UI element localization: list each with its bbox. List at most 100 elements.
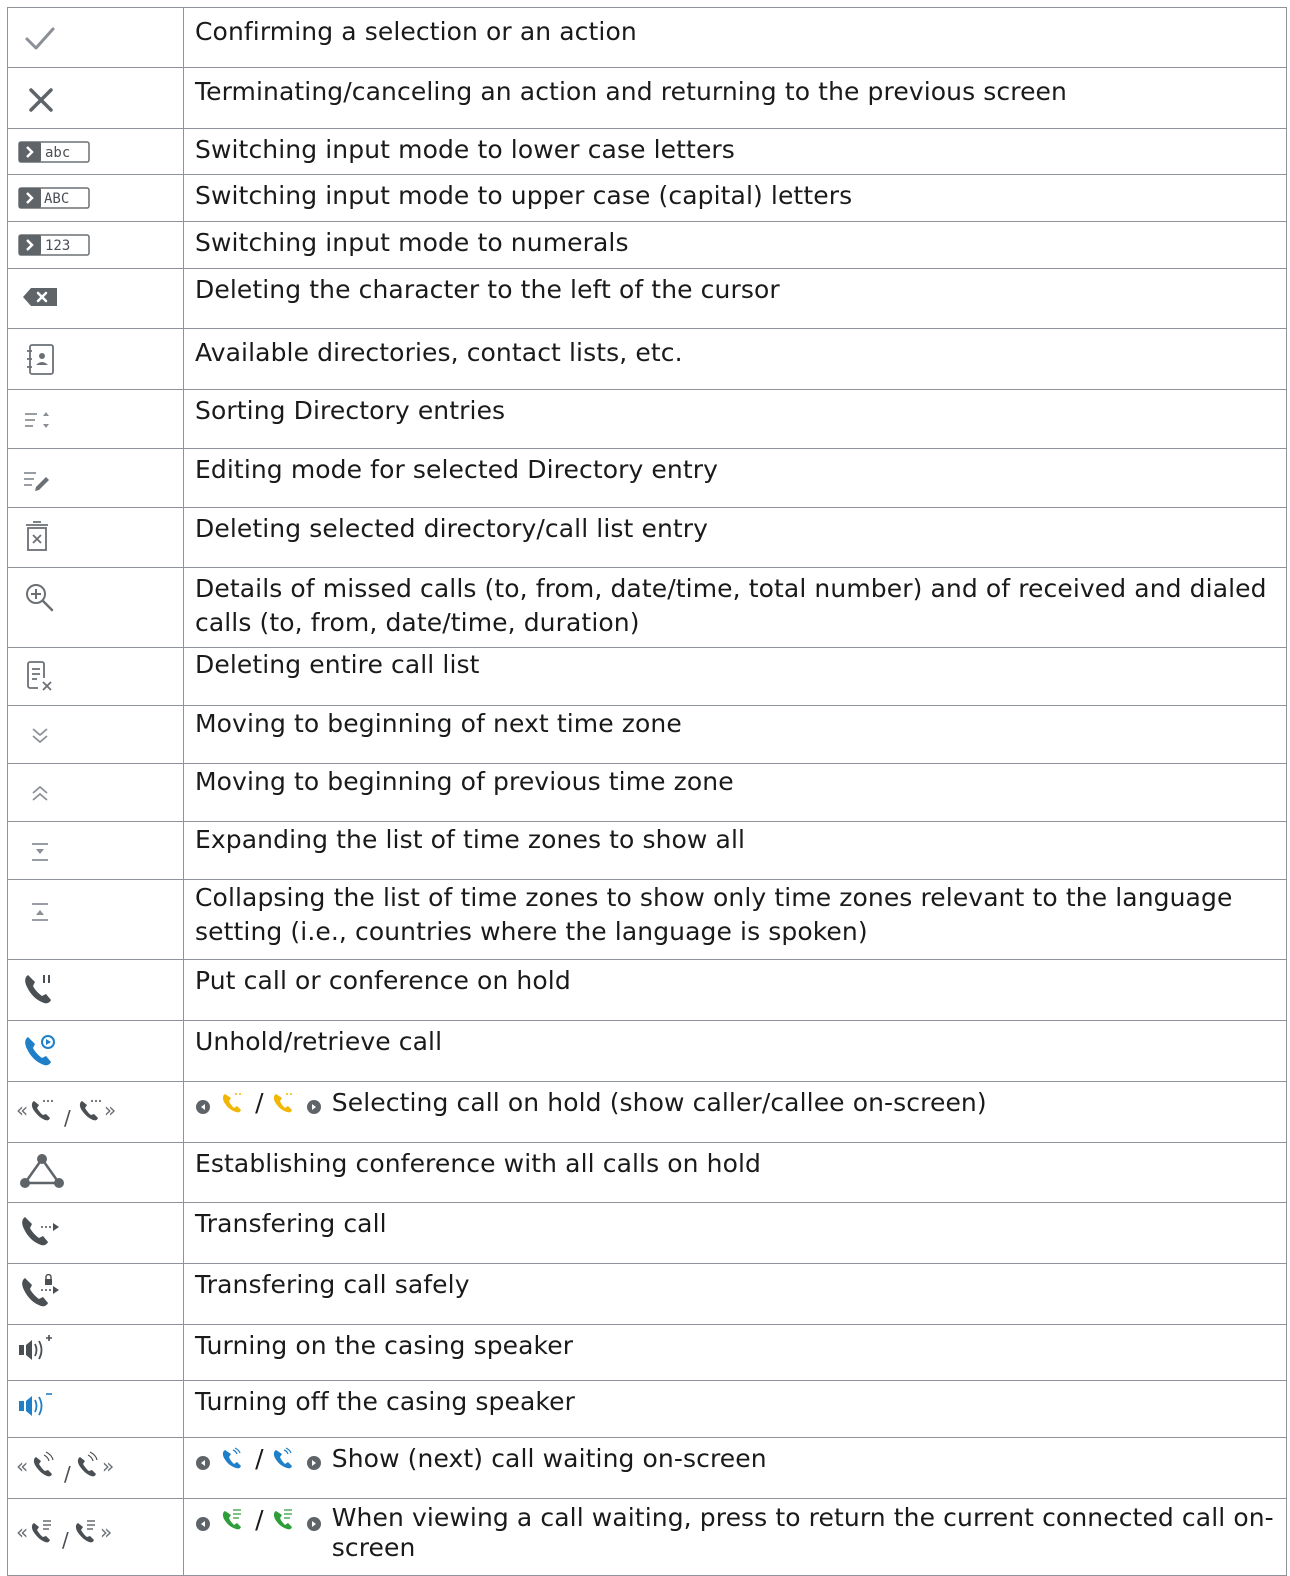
icon-cell	[7, 7, 184, 68]
input-mode-numerals-icon: 123	[18, 234, 90, 256]
table-row: Establishing conference with all calls o…	[7, 1142, 1287, 1203]
backspace-icon	[23, 288, 57, 306]
icon-legend-table: Confirming a selection or an action Term…	[7, 7, 1287, 1576]
transfer-call-icon	[22, 1217, 59, 1246]
svg-text:/: /	[64, 1462, 71, 1485]
table-row: Transfering call safely	[7, 1263, 1287, 1325]
row-description: Deleting entire call list	[183, 647, 1287, 706]
svg-text:ABC: ABC	[44, 191, 69, 207]
table-row: Turning off the casing speaker	[7, 1380, 1287, 1438]
table-row: Expanding the list of time zones to show…	[7, 821, 1287, 880]
row-description: Editing mode for selected Directory entr…	[183, 448, 1287, 508]
table-row: Deleting the character to the left of th…	[7, 268, 1287, 329]
row-description: Deleting selected directory/call list en…	[183, 507, 1287, 568]
table-row: Put call or conference on hold	[7, 959, 1287, 1021]
svg-text:»: »	[104, 1098, 116, 1122]
row-description: Establishing conference with all calls o…	[183, 1142, 1287, 1203]
directory-icon	[27, 344, 54, 375]
svg-text:/: /	[64, 1106, 71, 1129]
table-row: Available directories, contact lists, et…	[7, 328, 1287, 390]
chevron-double-down-icon	[32, 728, 48, 744]
svg-text:»: »	[102, 1454, 114, 1478]
transfer-call-safe-icon	[22, 1274, 59, 1307]
svg-text:»: »	[100, 1520, 112, 1544]
row-description: Available directories, contact lists, et…	[183, 328, 1287, 390]
row-description: / Show (next) call waiting on-screen	[183, 1437, 1287, 1499]
table-row: Confirming a selection or an action	[7, 7, 1287, 68]
svg-text:abc: abc	[45, 145, 70, 161]
row-description: Terminating/canceling an action and retu…	[183, 67, 1287, 129]
zoom-details-icon	[26, 584, 54, 612]
table-row: Deleting selected directory/call list en…	[7, 507, 1287, 568]
svg-text:«: «	[16, 1454, 28, 1478]
call-waiting-blue-icon	[273, 1447, 292, 1469]
row-description: Transfering call safely	[183, 1263, 1287, 1325]
svg-text:«: «	[16, 1098, 28, 1122]
table-row: Unhold/retrieve call	[7, 1020, 1287, 1082]
next-arrow-icon	[306, 1517, 321, 1531]
table-row: « / » / When viewing a call waiting, pre…	[7, 1498, 1287, 1576]
row-description: Switching input mode to upper case (capi…	[183, 174, 1287, 222]
delete-list-icon	[27, 661, 52, 691]
row-description: Deleting the character to the left of th…	[183, 268, 1287, 329]
call-waiting-icon: « / »	[16, 1451, 114, 1485]
row-description: Sorting Directory entries	[183, 389, 1287, 449]
row-description: Put call or conference on hold	[183, 959, 1287, 1021]
table-row: Sorting Directory entries	[7, 389, 1287, 449]
hold-call-icon	[25, 975, 51, 1004]
expand-list-icon	[32, 843, 48, 861]
row-description: Turning off the casing speaker	[183, 1380, 1287, 1438]
row-description: Unhold/retrieve call	[183, 1020, 1287, 1082]
table-row: abc Switching input mode to lower case l…	[7, 128, 1287, 175]
close-icon	[29, 88, 53, 112]
table-row: Transfering call	[7, 1202, 1287, 1264]
row-description: Moving to beginning of previous time zon…	[183, 763, 1287, 822]
input-mode-lowercase-icon: abc	[18, 141, 90, 163]
row-description: Switching input mode to lower case lette…	[183, 128, 1287, 175]
row-text: When viewing a call waiting, press to re…	[331, 1503, 1274, 1562]
table-row: Collapsing the list of time zones to sho…	[7, 879, 1287, 960]
slash-separator: /	[255, 1088, 264, 1117]
row-description: Turning on the casing speaker	[183, 1324, 1287, 1381]
return-connected-call-icon: « / »	[16, 1520, 112, 1551]
chevron-double-up-icon	[32, 785, 48, 801]
row-description: Details of missed calls (to, from, date/…	[183, 567, 1287, 648]
row-description: Confirming a selection or an action	[183, 7, 1287, 68]
select-held-call-icon: « / »	[16, 1098, 116, 1129]
next-arrow-icon	[306, 1456, 321, 1470]
prev-arrow-icon	[196, 1456, 210, 1470]
table-row: Terminating/canceling an action and retu…	[7, 67, 1287, 129]
table-row: Moving to beginning of previous time zon…	[7, 763, 1287, 822]
table-row: « / » / Show (next) call waiting on-scre…	[7, 1437, 1287, 1499]
row-description: Moving to beginning of next time zone	[183, 705, 1287, 764]
call-waiting-blue-icon	[222, 1447, 242, 1469]
trash-icon	[26, 521, 48, 551]
connected-call-green-icon	[222, 1509, 242, 1530]
svg-text:123: 123	[45, 238, 70, 254]
edit-entry-icon	[24, 472, 49, 491]
row-description: / When viewing a call waiting, press to …	[183, 1498, 1287, 1576]
speaker-on-icon	[19, 1335, 52, 1360]
table-row: Turning on the casing speaker	[7, 1324, 1287, 1381]
table-row: « / » / Selecting call on hold (show cal…	[7, 1081, 1287, 1143]
checkmark-icon	[25, 27, 55, 50]
slash-separator: /	[255, 1505, 264, 1534]
table-row: Deleting entire call list	[7, 647, 1287, 706]
row-description: Transfering call	[183, 1202, 1287, 1264]
row-description: / Selecting call on hold (show caller/ca…	[183, 1081, 1287, 1143]
sort-icon	[25, 412, 49, 428]
slash-separator: /	[255, 1444, 264, 1473]
row-description: Collapsing the list of time zones to sho…	[183, 879, 1287, 960]
row-description: Switching input mode to numerals	[183, 221, 1287, 269]
row-text: Show (next) call waiting on-screen	[331, 1444, 767, 1473]
table-row: 123 Switching input mode to numerals	[7, 221, 1287, 269]
row-text: Selecting call on hold (show caller/call…	[331, 1088, 987, 1117]
held-call-yellow-icon	[222, 1093, 244, 1113]
conference-icon	[20, 1154, 64, 1188]
table-row: Editing mode for selected Directory entr…	[7, 448, 1287, 508]
prev-arrow-icon	[196, 1100, 210, 1114]
input-mode-uppercase-icon: ABC	[18, 187, 90, 209]
svg-text:«: «	[16, 1520, 28, 1544]
next-arrow-icon	[306, 1100, 321, 1114]
prev-arrow-icon	[196, 1517, 210, 1531]
